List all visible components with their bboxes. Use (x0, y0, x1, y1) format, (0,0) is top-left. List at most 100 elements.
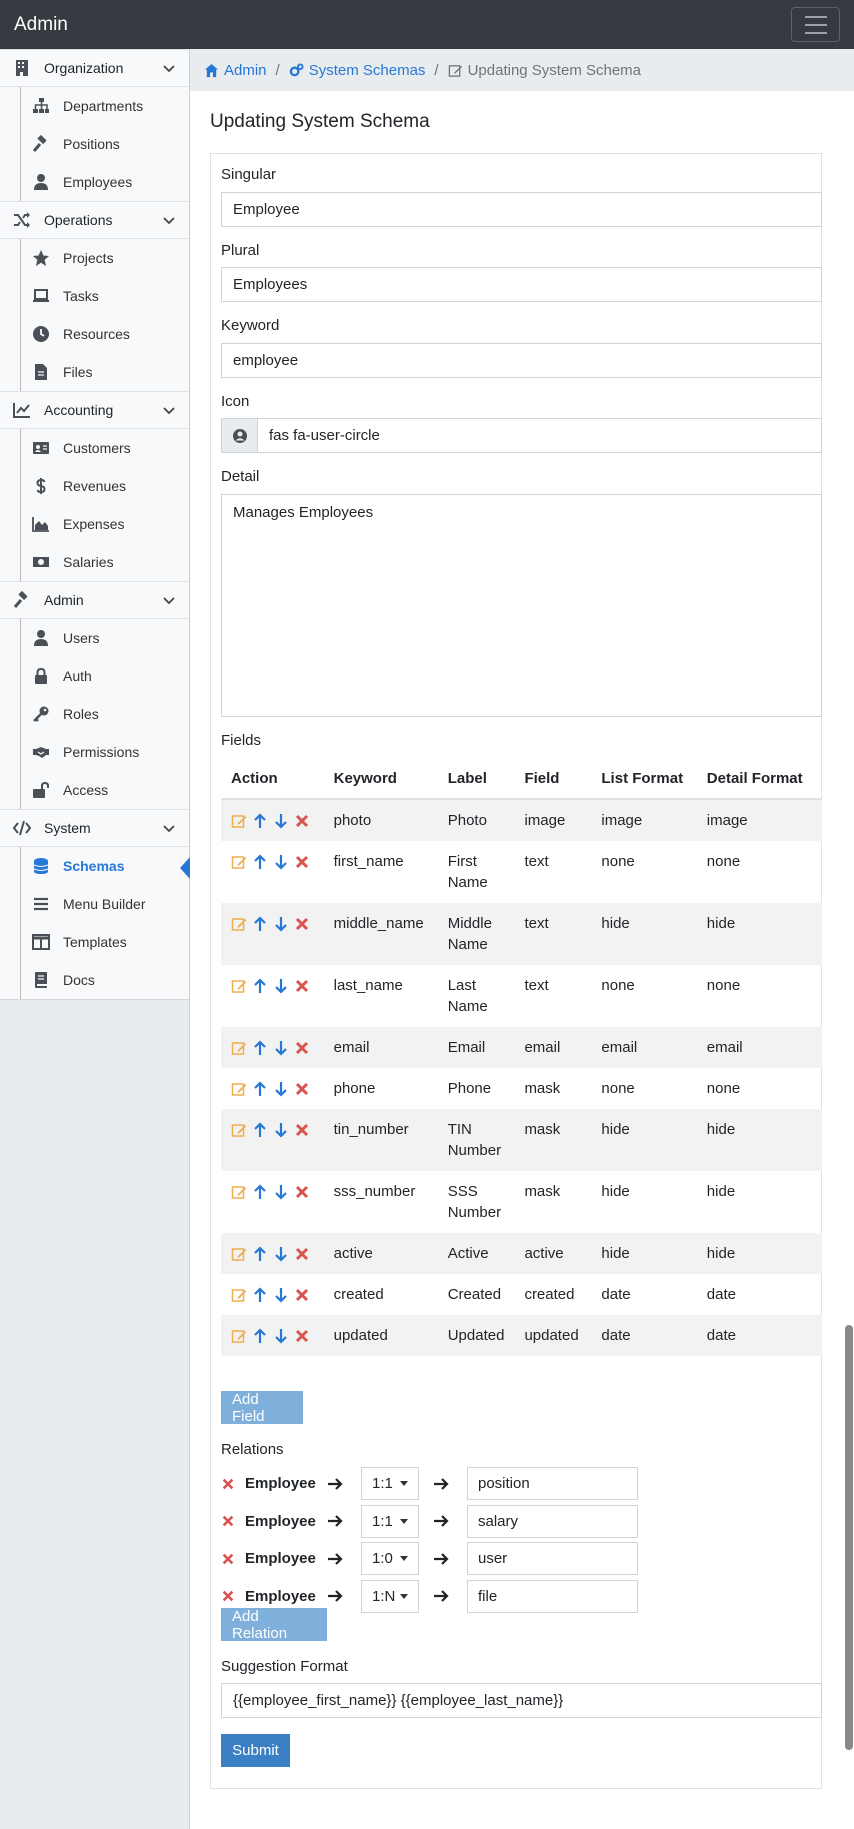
delete-icon[interactable] (294, 1246, 310, 1262)
arrow-up-icon[interactable] (252, 977, 268, 994)
sidebar-item-revenues[interactable]: Revenues (21, 467, 189, 505)
scrollbar[interactable] (844, 1325, 854, 1750)
remove-relation-icon[interactable] (221, 1589, 235, 1603)
edit-icon[interactable] (231, 916, 247, 932)
sidebar-item-expenses[interactable]: Expenses (21, 505, 189, 543)
arrow-down-icon[interactable] (273, 813, 289, 829)
sidebar-item-roles[interactable]: Roles (21, 695, 189, 733)
relation-target-input[interactable]: file (467, 1579, 638, 1613)
arrow-down-icon[interactable] (273, 978, 289, 994)
detail-textarea[interactable]: Manages Employees (221, 494, 822, 717)
plural-input[interactable]: Employees (221, 267, 822, 302)
sidebar-item-files[interactable]: Files (21, 353, 189, 391)
arrow-down-icon[interactable] (273, 1040, 289, 1056)
arrow-up-icon[interactable] (252, 915, 268, 932)
arrow-up-icon[interactable] (252, 1183, 268, 1200)
sidebar-item-templates[interactable]: Templates (21, 923, 189, 961)
add-relation-button[interactable]: Add Relation (221, 1608, 327, 1642)
arrow-up-icon[interactable] (252, 1286, 268, 1303)
cell-label: Created (447, 1286, 502, 1303)
sidebar-item-docs[interactable]: Docs (21, 961, 189, 999)
relation-type-select[interactable]: 1:0 (361, 1542, 419, 1575)
relation-target-input[interactable]: position (467, 1467, 638, 1500)
sidebar-item-auth[interactable]: Auth (21, 657, 189, 695)
edit-icon[interactable] (231, 1184, 247, 1200)
relation-target-input[interactable]: user (467, 1542, 638, 1575)
edit-icon[interactable] (231, 854, 247, 870)
arrow-down-icon[interactable] (273, 1287, 289, 1303)
sidebar-item-positions[interactable]: Positions (21, 125, 189, 163)
row-actions (221, 1068, 324, 1109)
delete-icon[interactable] (294, 1184, 310, 1200)
sidebar-item-access[interactable]: Access (21, 771, 189, 809)
submit-button[interactable]: Submit (221, 1734, 290, 1767)
arrow-down-icon[interactable] (273, 1246, 289, 1262)
sidebar-item-menu-builder[interactable]: Menu Builder (21, 885, 189, 923)
sidebar-section-admin[interactable]: Admin (0, 581, 189, 619)
sidebar-section-operations[interactable]: Operations (0, 201, 189, 239)
sidebar-item-departments[interactable]: Departments (21, 87, 189, 125)
sidebar-item-customers[interactable]: Customers (21, 429, 189, 467)
sidebar-item-salaries[interactable]: Salaries (21, 543, 189, 581)
delete-icon[interactable] (294, 854, 310, 870)
arrow-up-icon[interactable] (252, 1039, 268, 1056)
delete-icon[interactable] (294, 1287, 310, 1303)
breadcrumb-admin[interactable]: Admin (204, 62, 267, 79)
sidebar-item-schemas[interactable]: Schemas (21, 847, 190, 885)
delete-icon[interactable] (294, 1081, 310, 1097)
remove-relation-icon[interactable] (221, 1552, 235, 1566)
arrow-up-icon[interactable] (252, 1245, 268, 1262)
sidebar-section-accounting[interactable]: Accounting (0, 391, 189, 429)
edit-icon[interactable] (231, 1040, 247, 1056)
edit-icon[interactable] (231, 813, 247, 829)
delete-icon[interactable] (294, 1328, 310, 1344)
delete-icon[interactable] (294, 978, 310, 994)
remove-relation-icon[interactable] (221, 1514, 235, 1528)
cell-field: mask (524, 1183, 561, 1200)
sidebar-item-label: Docs (63, 972, 95, 988)
user-icon (31, 172, 51, 192)
add-field-button[interactable]: Add Field (221, 1391, 303, 1425)
arrow-up-icon[interactable] (252, 812, 268, 829)
sidebar-section-system[interactable]: System (0, 809, 189, 847)
remove-relation-icon[interactable] (221, 1477, 235, 1491)
edit-icon[interactable] (231, 1246, 247, 1262)
delete-icon[interactable] (294, 916, 310, 932)
relation-type-select[interactable]: 1:N (361, 1579, 419, 1613)
arrow-down-icon[interactable] (273, 916, 289, 932)
edit-icon[interactable] (231, 1122, 247, 1138)
arrow-down-icon[interactable] (273, 1328, 289, 1344)
suggestion-input[interactable]: {{employee_first_name}} {{employee_last_… (221, 1683, 822, 1718)
edit-icon[interactable] (231, 1328, 247, 1344)
arrow-down-icon[interactable] (273, 1081, 289, 1097)
edit-icon[interactable] (231, 1287, 247, 1303)
arrow-down-icon[interactable] (273, 1122, 289, 1138)
delete-icon[interactable] (294, 1040, 310, 1056)
sidebar-item-tasks[interactable]: Tasks (21, 277, 189, 315)
sidebar-item-permissions[interactable]: Permissions (21, 733, 189, 771)
edit-icon[interactable] (231, 978, 247, 994)
singular-input[interactable]: Employee (221, 192, 822, 227)
arrow-up-icon[interactable] (252, 1327, 268, 1344)
relation-type-select[interactable]: 1:1 (361, 1504, 419, 1538)
arrow-up-icon[interactable] (252, 853, 268, 870)
sidebar-item-projects[interactable]: Projects (21, 239, 189, 277)
sidebar-item-resources[interactable]: Resources (21, 315, 189, 353)
sidebar-item-users[interactable]: Users (21, 619, 189, 657)
sidebar-section-organization[interactable]: Organization (0, 49, 189, 87)
brand[interactable]: Admin (14, 14, 68, 36)
keyword-input[interactable]: employee (221, 343, 822, 378)
relation-type-select[interactable]: 1:1 (361, 1467, 419, 1500)
breadcrumb-system-schemas[interactable]: System Schemas (289, 62, 425, 79)
delete-icon[interactable] (294, 1122, 310, 1138)
menu-toggle-button[interactable] (791, 7, 840, 42)
arrow-down-icon[interactable] (273, 1184, 289, 1200)
relation-target-input[interactable]: salary (467, 1504, 638, 1538)
icon-input[interactable]: fas fa-user-circle (258, 427, 380, 444)
delete-icon[interactable] (294, 813, 310, 829)
arrow-up-icon[interactable] (252, 1080, 268, 1097)
sidebar-item-employees[interactable]: Employees (21, 163, 189, 201)
edit-icon[interactable] (231, 1081, 247, 1097)
arrow-up-icon[interactable] (252, 1121, 268, 1138)
arrow-down-icon[interactable] (273, 854, 289, 870)
